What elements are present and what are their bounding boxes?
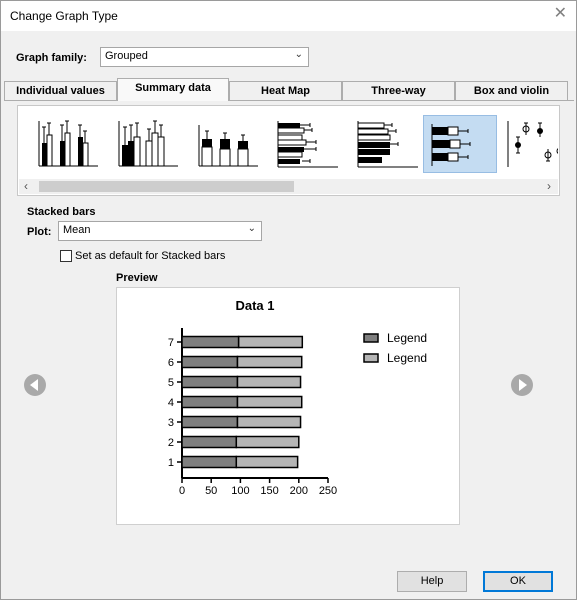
scroll-right-icon[interactable]: › (547, 179, 551, 193)
close-icon[interactable]: ✕ (554, 6, 567, 22)
legend-label: Legend (387, 331, 427, 345)
y-tick-label: 2 (168, 437, 174, 449)
chevron-down-icon: ⌄ (294, 49, 303, 60)
x-tick-label: 0 (179, 485, 185, 497)
graph-family-label: Graph family: (16, 52, 87, 64)
y-tick-label: 4 (168, 397, 174, 409)
plot-label: Plot: (27, 226, 52, 238)
legend-label: Legend (387, 351, 427, 365)
y-tick-label: 7 (168, 337, 174, 349)
bar-segment (181, 355, 239, 369)
preview-panel: Data 1 0 50 100 150 200 250 1 2 3 4 5 6 7 Legend Legen… (116, 287, 460, 525)
scroll-left-icon[interactable]: ‹ (24, 179, 28, 193)
x-tick-label: 200 (290, 485, 308, 497)
legend-swatch (363, 333, 379, 343)
y-tick-label: 1 (168, 457, 174, 469)
grouped-bars-mixed-thumbnail[interactable] (110, 115, 184, 173)
bar-segment (181, 375, 239, 389)
set-default-checkbox[interactable] (60, 250, 72, 262)
x-tick-label: 150 (260, 485, 278, 497)
previous-arrow-icon[interactable] (24, 374, 46, 396)
y-tick-label: 3 (168, 417, 174, 429)
bar-segment (237, 335, 304, 349)
y-tick-label: 5 (168, 377, 174, 389)
grouped-bars-mixed-icon (118, 120, 178, 167)
bar-segment (236, 355, 303, 369)
ok-button[interactable]: OK (483, 571, 553, 592)
grouped-horizontal-bars-icon (277, 121, 338, 168)
bar-segment (181, 335, 240, 349)
scroll-thumb[interactable] (39, 181, 294, 192)
tab-individual-values[interactable]: Individual values (4, 81, 117, 100)
bar-segment (181, 415, 239, 429)
y-tick-label: 6 (168, 357, 174, 369)
bar-segment (236, 415, 302, 429)
chart-title: Data 1 (235, 298, 274, 313)
preview-label: Preview (116, 272, 158, 284)
bar-segment (236, 375, 302, 389)
grouped-horizontal-bars-thumbnail[interactable] (270, 115, 344, 173)
window-title: Change Graph Type (10, 9, 118, 23)
x-tick-label: 100 (231, 485, 249, 497)
tab-three-way[interactable]: Three-way (342, 81, 455, 100)
legend-swatch (363, 353, 379, 363)
stacked-horizontal-bars-icon (357, 121, 418, 168)
plot-value: Mean (63, 224, 91, 236)
title-bar: Change Graph Type ✕ (1, 1, 576, 31)
bar-segment (235, 455, 299, 469)
bar-segment (181, 395, 239, 409)
bar-segment (181, 455, 238, 469)
section-title: Stacked bars (27, 206, 96, 218)
tab-box-and-violin[interactable]: Box and violin (455, 81, 568, 100)
bar-segment (181, 435, 238, 449)
tab-heat-map[interactable]: Heat Map (229, 81, 342, 100)
bar-segment (236, 395, 303, 409)
graph-family-value: Grouped (105, 50, 148, 62)
stacked-horizontal-bars-selected-thumbnail[interactable] (423, 115, 497, 173)
preview-chart: Data 1 0 50 100 150 200 250 1 2 3 4 5 6 7 Legend Legen… (168, 298, 427, 497)
bar-segment (235, 435, 300, 449)
graph-family-select[interactable]: Grouped ⌄ (100, 47, 309, 67)
set-default-label: Set as default for Stacked bars (75, 250, 226, 262)
graph-type-gallery: ‹ › (17, 105, 560, 196)
x-tick-label: 250 (319, 485, 337, 497)
gallery-scrollbar[interactable]: ‹ › (19, 179, 558, 194)
stacked-bars-vertical-icon (198, 125, 258, 167)
interleaved-scatter-icon (507, 121, 558, 167)
interleaved-scatter-thumbnail[interactable] (498, 115, 558, 173)
change-graph-type-dialog: Change Graph Type ✕ Graph family: Groupe… (0, 0, 577, 600)
chevron-down-icon: ⌄ (247, 223, 256, 234)
grouped-bars-open-thumbnail[interactable] (30, 115, 104, 173)
tab-summary-data[interactable]: Summary data (117, 78, 229, 101)
stacked-horizontal-bars-thumbnail[interactable] (350, 115, 424, 173)
stacked-horizontal-bars-selected-icon (431, 124, 471, 166)
grouped-bars-open-icon (38, 120, 98, 167)
help-button[interactable]: Help (397, 571, 467, 592)
stacked-bars-vertical-thumbnail[interactable] (190, 115, 264, 173)
plot-select[interactable]: Mean ⌄ (58, 221, 262, 241)
next-arrow-icon[interactable] (511, 374, 533, 396)
x-tick-label: 50 (205, 485, 217, 497)
